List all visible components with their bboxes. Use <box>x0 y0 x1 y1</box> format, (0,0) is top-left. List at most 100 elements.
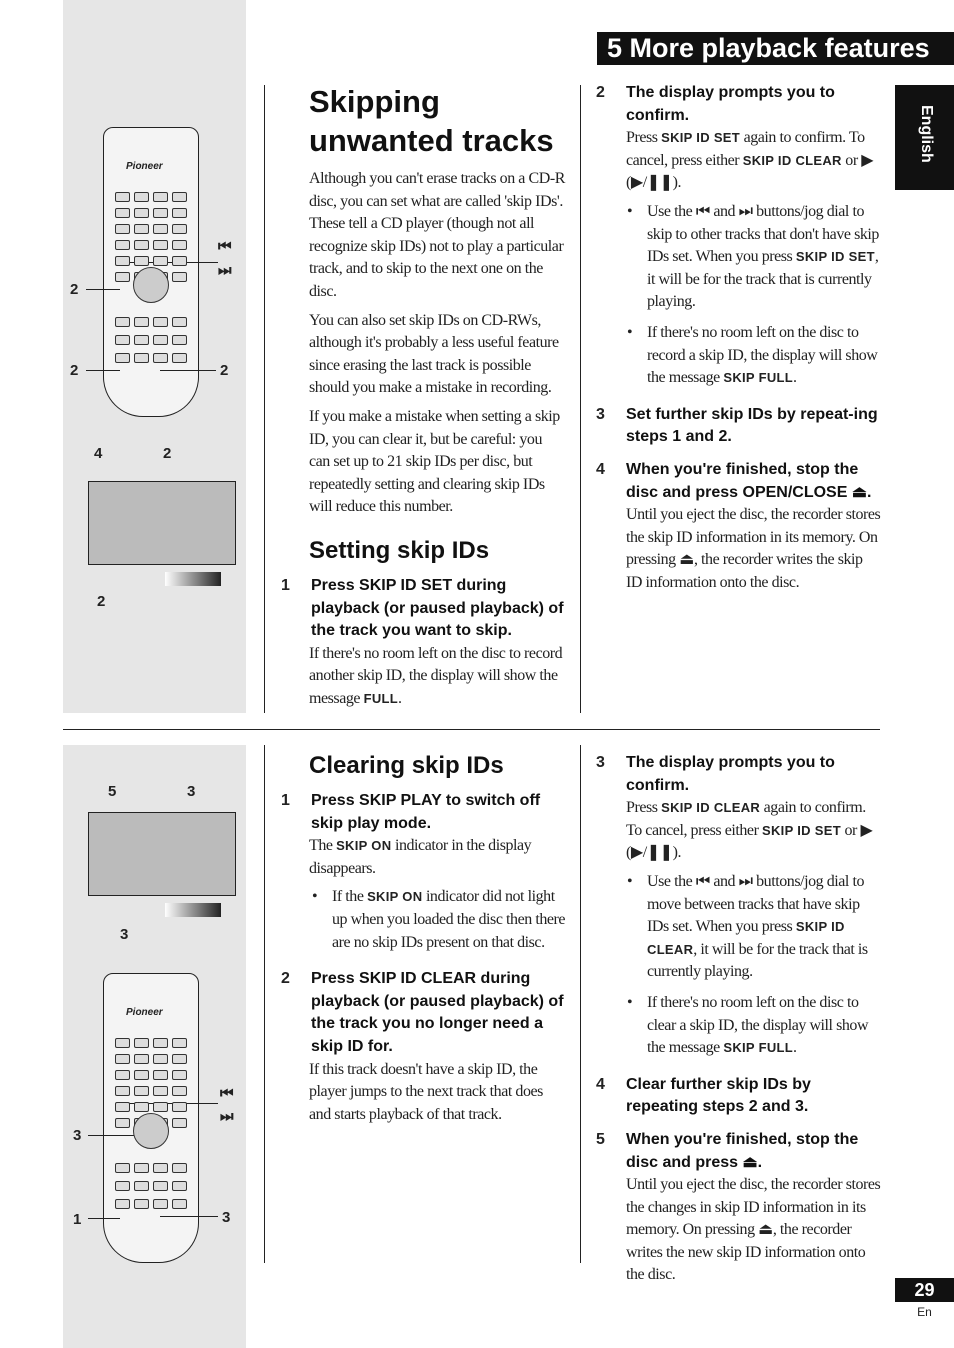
callout: 1 <box>73 1211 82 1228</box>
remote-button <box>115 1181 130 1191</box>
remote-button <box>115 317 130 327</box>
remote-button <box>153 1054 168 1064</box>
remote-button <box>153 1086 168 1096</box>
column-clearing: Clearing skip IDs 1 Press SKIP PLAY to s… <box>281 752 566 1136</box>
step-heading: Press SKIP PLAY to switch off skip play … <box>311 792 541 832</box>
remote-button <box>115 1070 130 1080</box>
step-2: 2 Press SKIP ID CLEAR during playback (o… <box>281 968 566 1126</box>
remote-button <box>115 240 130 250</box>
remote-button <box>153 1199 168 1209</box>
remote-button <box>134 317 149 327</box>
prev-track-icon: ⏮ <box>220 1085 234 1102</box>
step-heading: Clear further skip IDs by repeating step… <box>626 1075 811 1116</box>
callout: 5 <box>108 783 117 800</box>
callout: 3 <box>187 783 196 800</box>
next-track-icon: ⏭ <box>218 262 232 279</box>
remote-button <box>172 272 187 282</box>
remote-button <box>153 335 168 345</box>
step-number: 3 <box>596 754 605 771</box>
remote-button <box>115 1086 130 1096</box>
remote-button <box>134 335 149 345</box>
language-tab: English <box>895 85 954 190</box>
remote-button <box>153 208 168 218</box>
remote-button <box>134 240 149 250</box>
step-body: If there's no room left on the disc to r… <box>309 644 563 707</box>
remote-button <box>134 1181 149 1191</box>
remote-button <box>172 1163 187 1173</box>
remote-button <box>172 317 187 327</box>
next-track-icon: ⏭ <box>220 1108 234 1125</box>
step-body: Until you eject the disc, the recorder s… <box>626 506 881 591</box>
divider <box>264 745 265 1263</box>
remote-button <box>115 335 130 345</box>
step-3: 3 The display prompts you to confirm. Pr… <box>596 752 881 1060</box>
remote-button <box>172 1181 187 1191</box>
remote-button <box>134 1070 149 1080</box>
step-number: 3 <box>596 405 605 423</box>
step-number: 4 <box>596 460 605 478</box>
remote-button <box>115 272 130 282</box>
remote-button <box>153 1102 168 1112</box>
page-number: 29 <box>895 1278 954 1302</box>
remote-button <box>134 1199 149 1209</box>
remote-button <box>153 1070 168 1080</box>
front-panel-illustration <box>88 812 236 896</box>
remote-button <box>115 1118 130 1128</box>
bullet-item: If there's no room left on the disc to c… <box>627 992 881 1060</box>
remote-button <box>172 1070 187 1080</box>
chapter-header: 5 More playback features <box>597 32 954 65</box>
manual-page: 5 More playback features English 29 En P… <box>0 0 954 1348</box>
step-number: 4 <box>596 1075 605 1093</box>
remote-button <box>115 256 130 266</box>
divider <box>580 745 581 1263</box>
step-heading: When you're finished, stop the disc and … <box>626 460 872 501</box>
bullet-item: Use the ⏮ and ⏭ buttons/jog dial to move… <box>627 871 881 984</box>
step-number: 2 <box>281 970 290 988</box>
step-4: 4 Clear further skip IDs by repeating st… <box>596 1074 881 1119</box>
remote-button <box>153 192 168 202</box>
remote-button <box>172 192 187 202</box>
bullet-item: If there's no room left on the disc to r… <box>627 322 881 390</box>
disc-tray <box>165 903 221 917</box>
column-clearing-cont: 3 The display prompts you to confirm. Pr… <box>596 752 881 1297</box>
step-number: 2 <box>596 84 605 101</box>
prev-track-icon: ⏮ <box>218 238 232 255</box>
remote-button <box>172 1086 187 1096</box>
step-heading: Press SKIP ID SET during playback (or pa… <box>311 576 564 640</box>
remote-button <box>153 240 168 250</box>
remote-button <box>115 224 130 234</box>
step-heading: Press SKIP ID CLEAR during playback (or … <box>311 970 564 1055</box>
remote-button <box>115 1038 130 1048</box>
remote-button <box>172 224 187 234</box>
step-number: 5 <box>596 1130 605 1148</box>
intro-paragraph: Although you can't erase tracks on a CD-… <box>309 170 565 300</box>
column-setting: Skipping unwanted tracks Although you ca… <box>281 82 566 720</box>
step-body: If this track doesn't have a skip ID, th… <box>309 1060 543 1123</box>
remote-button <box>134 256 149 266</box>
step-5: 5 When you're finished, stop the disc an… <box>596 1129 881 1287</box>
front-panel-illustration <box>88 481 236 565</box>
pioneer-logo: Pioneer <box>126 1007 163 1018</box>
remote-button <box>153 353 168 363</box>
divider <box>264 85 265 713</box>
remote-button <box>172 1102 187 1112</box>
remote-button <box>134 1086 149 1096</box>
remote-button <box>115 208 130 218</box>
callout: 3 <box>222 1209 231 1226</box>
remote-button <box>115 1163 130 1173</box>
remote-dpad <box>133 1113 169 1149</box>
remote-button <box>172 1054 187 1064</box>
remote-button <box>153 1181 168 1191</box>
remote-button <box>115 1102 130 1112</box>
remote-button <box>134 224 149 234</box>
remote-button <box>172 1038 187 1048</box>
step-number: 1 <box>281 792 290 809</box>
step-3: 3 Set further skip IDs by repeat-ing ste… <box>596 404 881 449</box>
step-1: 1 Press SKIP ID SET during playback (or … <box>281 575 566 711</box>
remote-button <box>153 1163 168 1173</box>
pioneer-logo: Pioneer <box>126 161 163 172</box>
page-title: Skipping unwanted tracks <box>309 84 554 158</box>
remote-button <box>153 256 168 266</box>
remote-button <box>172 240 187 250</box>
bullet-item: Use the ⏮ and ⏭ buttons/jog dial to skip… <box>627 201 881 314</box>
